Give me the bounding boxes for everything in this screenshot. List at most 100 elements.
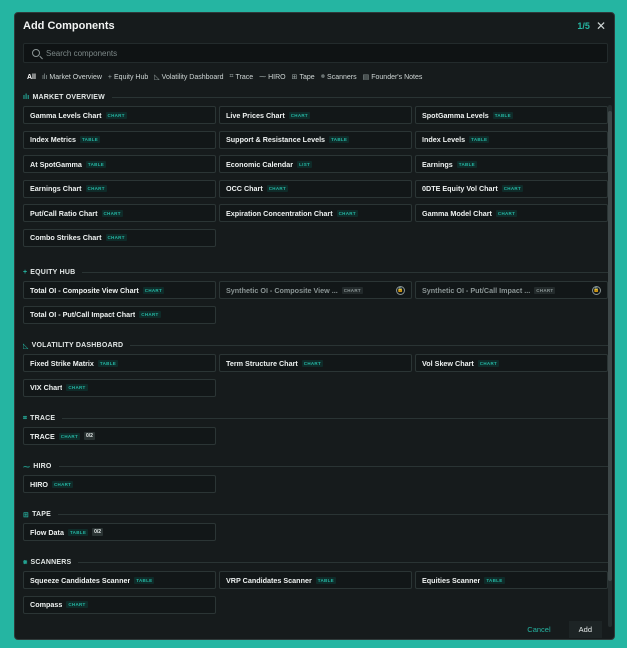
component-type-badge: CHART <box>336 209 358 217</box>
category-filter-bar: All ılı Market Overview + Equity Hub ◺ Volatil… <box>27 71 606 83</box>
scrollbar-thumb[interactable] <box>608 111 612 581</box>
filter-icon: ılı <box>41 73 48 81</box>
component-label: Gamma Levels Chart <box>30 110 102 120</box>
component-label: Put/Call Ratio Chart <box>30 208 98 218</box>
component-card[interactable]: Economic Calendar LIST <box>219 155 412 173</box>
component-type-badge: CHART <box>51 480 74 488</box>
filter-icon: ▤ <box>362 74 370 81</box>
component-card[interactable]: Equities Scanner TABLE <box>415 571 608 589</box>
component-card[interactable]: HIRO CHART <box>23 475 216 493</box>
component-card[interactable]: Compass CHART <box>23 595 216 614</box>
component-card[interactable]: Vol Skew Chart CHART <box>415 354 608 372</box>
component-type-badge: TABLE <box>67 528 89 536</box>
filter-hiro[interactable]: ⁓ HIRO <box>259 73 286 82</box>
modal-header: Add Components 1/5 ✕ <box>15 13 614 39</box>
component-type-badge: LIST <box>297 160 313 168</box>
filter-trace[interactable]: ⌗ Trace <box>230 73 254 81</box>
component-type-badge: CHART <box>301 359 324 367</box>
component-card[interactable]: Gamma Model Chart CHART <box>415 204 608 222</box>
filter-all[interactable]: All <box>27 74 36 81</box>
component-card[interactable]: Live Prices Chart CHART <box>219 106 412 124</box>
filter-label: Tape <box>299 73 315 81</box>
component-label: Index Metrics <box>30 135 76 144</box>
section-title: MARKET OVERVIEW <box>32 94 105 101</box>
component-card[interactable]: SpotGamma Levels TABLE <box>415 106 608 124</box>
component-card[interactable]: Combo Strikes Chart CHART <box>23 228 216 247</box>
add-button[interactable]: Add <box>568 620 602 638</box>
modal-title: Add Components <box>23 20 115 32</box>
close-icon[interactable]: ✕ <box>596 20 606 32</box>
component-label: Fixed Strike Matrix <box>30 358 94 368</box>
component-card[interactable]: 0DTE Equity Vol Chart CHART <box>415 179 608 198</box>
filter-scanners[interactable]: ⨳ Scanners <box>321 73 357 81</box>
section-title: SCANNERS <box>30 559 72 566</box>
filter-market-overview[interactable]: ılı Market Overview <box>42 74 102 81</box>
section-icon: ⌗ <box>23 414 28 422</box>
component-card[interactable]: VIX Chart CHART <box>23 378 216 397</box>
component-card[interactable]: At SpotGamma TABLE <box>23 155 216 173</box>
component-card[interactable]: Earnings TABLE <box>415 155 608 173</box>
selection-counter: 1/5 <box>577 21 590 31</box>
component-type-badge: TABLE <box>329 136 350 143</box>
section-icon: ⨳ <box>23 558 28 566</box>
component-label: Compass <box>30 600 63 609</box>
filter-icon: ◺ <box>154 74 160 81</box>
component-card[interactable]: TRACE CHART 0/2 <box>23 427 216 445</box>
filter-label: Equity Hub <box>114 73 149 81</box>
filter-volatility-dashboard[interactable]: ◺ Volatility Dashboard <box>154 73 223 82</box>
components-list: ılı MARKET OVERVIEW Gamma Levels Chart CHAR… <box>15 91 614 625</box>
filter-icon: ⊞ <box>291 74 298 81</box>
filter-label: Scanners <box>327 73 357 81</box>
component-card[interactable]: Term Structure Chart CHART <box>219 354 412 372</box>
component-card[interactable]: Fixed Strike Matrix TABLE <box>23 354 216 372</box>
scrollbar[interactable] <box>608 105 612 627</box>
search-input[interactable] <box>46 48 566 58</box>
component-card[interactable]: Put/Call Ratio Chart CHART <box>23 204 216 222</box>
component-card[interactable]: Synthetic OI - Composite View ... CHART 🔒 <box>219 281 412 299</box>
component-label: Earnings Chart <box>30 184 82 193</box>
section-header-scanners: ⨳ SCANNERS <box>23 557 611 568</box>
cancel-button[interactable]: Cancel <box>527 625 550 634</box>
lock-icon: 🔒 <box>396 285 405 295</box>
component-card[interactable]: Squeeze Candidates Scanner TABLE <box>23 571 216 589</box>
section-divider <box>78 562 611 563</box>
component-card[interactable]: Support & Resistance Levels TABLE <box>219 130 412 149</box>
filter-icon: ⌗ <box>229 73 234 80</box>
section-title: HIRO <box>33 463 52 470</box>
component-type-badge: CHART <box>105 234 127 241</box>
component-card[interactable]: Earnings Chart CHART <box>23 179 216 198</box>
section-divider <box>82 272 611 273</box>
filter-founder-s-notes[interactable]: ▤ Founder's Notes <box>362 73 423 82</box>
component-card[interactable]: Synthetic OI - Put/Call Impact ... CHART 🔒 <box>415 281 608 299</box>
filter-icon: ⨳ <box>320 73 326 80</box>
section-header-volatility-dashboard: ◺ VOLATILITY DASHBOARD <box>23 340 611 351</box>
component-card[interactable]: Expiration Concentration Chart CHART <box>219 204 412 222</box>
component-card[interactable]: Gamma Levels Chart CHART <box>23 106 216 124</box>
component-label: Total OI - Put/Call Impact Chart <box>30 310 136 319</box>
component-card[interactable]: OCC Chart CHART <box>219 179 412 198</box>
filter-equity-hub[interactable]: + Equity Hub <box>108 74 148 81</box>
filter-tape[interactable]: ⊞ Tape <box>291 73 315 82</box>
component-label: SpotGamma Levels <box>422 110 489 120</box>
component-type-badge: TABLE <box>492 111 513 119</box>
component-label: Equities Scanner <box>422 575 481 585</box>
component-label: 0DTE Equity Vol Chart <box>422 184 498 193</box>
component-card[interactable]: Index Levels TABLE <box>415 130 608 149</box>
section-divider <box>58 514 611 515</box>
filter-label: Founder's Notes <box>371 73 423 81</box>
component-card[interactable]: Total OI - Composite View Chart CHART <box>23 281 216 299</box>
component-label: VIX Chart <box>30 383 63 392</box>
component-type-badge: CHART <box>66 384 88 391</box>
component-card[interactable]: Total OI - Put/Call Impact Chart CHART <box>23 305 216 324</box>
component-label: Support & Resistance Levels <box>226 135 326 144</box>
component-type-badge: TABLE <box>134 576 155 584</box>
component-card[interactable]: Index Metrics TABLE <box>23 130 216 149</box>
component-card[interactable]: Flow Data TABLE 0/2 <box>23 523 216 541</box>
filter-label: All <box>27 73 36 81</box>
search-bar[interactable] <box>23 43 608 63</box>
component-label: Gamma Model Chart <box>422 208 492 218</box>
section-icon: ılı <box>23 94 30 101</box>
component-label: Earnings <box>422 159 453 169</box>
component-card[interactable]: VRP Candidates Scanner TABLE <box>219 571 412 589</box>
section-icon: + <box>23 269 28 276</box>
